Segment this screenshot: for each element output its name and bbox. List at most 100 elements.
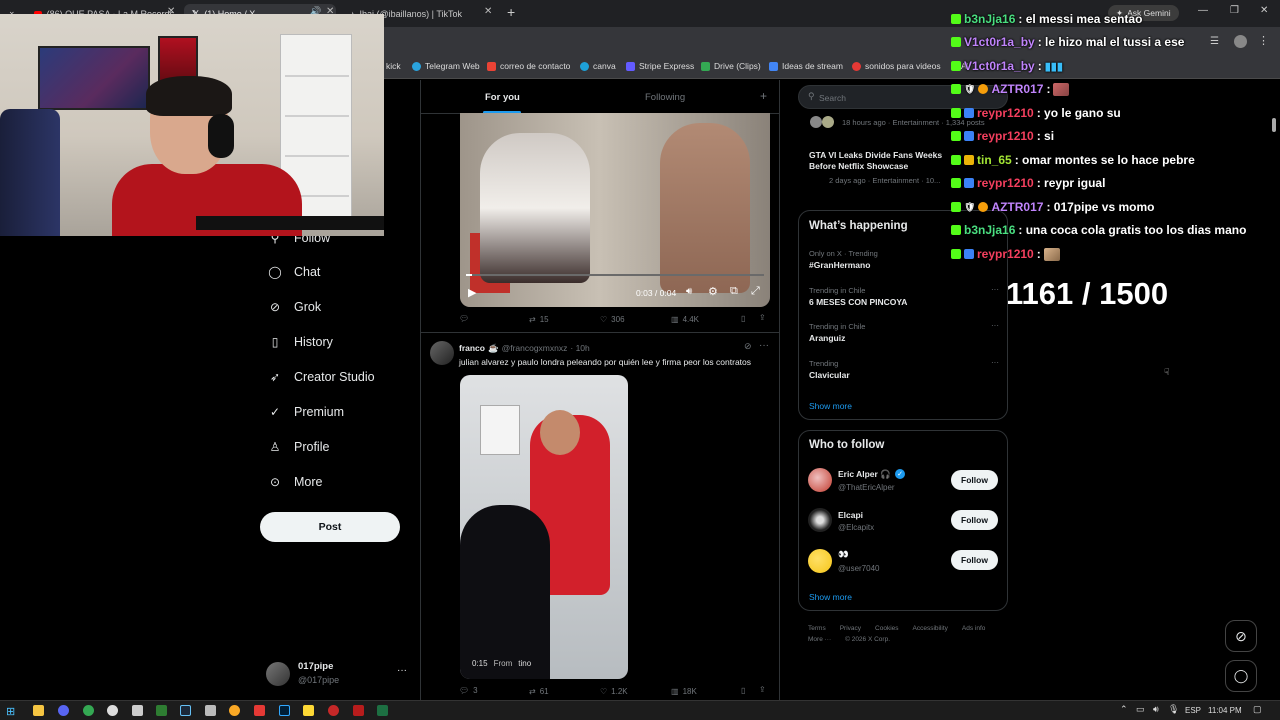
nav-chat[interactable]: ◯ Chat [268,265,320,279]
app-icon[interactable] [254,705,265,716]
steam-icon[interactable] [180,705,191,716]
minimize-icon[interactable]: — [1198,5,1208,16]
views-button[interactable]: ▥ 4.4K [671,315,699,324]
notifications-icon[interactable]: ▢ [1253,704,1262,715]
nav-grok[interactable]: ⊘ Grok [268,300,321,314]
app-icon[interactable] [229,705,240,716]
follow-button[interactable]: Follow [951,470,998,490]
app-icon[interactable] [353,705,364,716]
microphone-icon[interactable]: 🎙︎ [1168,704,1179,715]
footer-link[interactable]: Cookies [875,625,898,632]
language-indicator[interactable]: ESP [1185,706,1201,715]
windows-start-icon[interactable]: ⊞ [6,705,15,718]
discord-icon[interactable] [58,705,69,716]
post-video-1[interactable] [460,113,770,307]
nav-premium[interactable]: ✓ Premium [268,405,344,419]
bookmark-telegram[interactable]: Telegram Web [412,61,480,71]
bookmark-post-icon[interactable]: ▯ [741,314,745,323]
close-tab-icon[interactable]: ✕ [484,6,492,17]
volume-icon[interactable]: 🔊︎ [686,286,692,297]
suggestion-name[interactable]: Eric Alper 🎧 [838,469,891,480]
trend-item[interactable]: Trending in Chile Aranguiz ··· [809,321,999,343]
post-more-icon[interactable]: ··· [759,340,769,351]
window-close-icon[interactable]: ✕ [1260,5,1268,16]
reply-button[interactable]: 💬︎ [459,314,473,323]
share-icon[interactable]: ⇪ [759,685,766,694]
grok-post-icon[interactable]: ⊘ [744,341,752,352]
footer-link[interactable]: Terms [808,625,826,632]
trend-more-icon[interactable]: ··· [991,358,999,367]
tray-chevron-icon[interactable]: ⌃ [1120,704,1128,715]
account-switcher[interactable]: 017pipe @017pipe ··· [266,660,416,690]
bookmark-canva[interactable]: canva [580,61,616,71]
bookmark-post-icon[interactable]: ▯ [741,686,745,695]
trend-item[interactable]: Trending Clavicular ··· [809,358,999,380]
page-scrollbar[interactable] [1272,118,1276,132]
nav-history[interactable]: ▯ History [268,335,333,349]
trend-item[interactable]: Trending in Chile 6 MESES CON PINCOYA ··… [809,285,999,307]
grok-floating-button[interactable]: ⊘ [1225,620,1257,652]
views-button[interactable]: ▥ 18K [671,687,697,696]
post-author-handle[interactable]: @francogxmxnxz [502,343,568,354]
add-tab-icon[interactable]: + [760,89,767,103]
news-story[interactable]: GTA VI Leaks Divide Fans Weeks Before Ne… [809,150,969,185]
from-user[interactable]: tino [518,659,531,668]
clock[interactable]: 11:04 PM [1208,706,1242,715]
show-more-link[interactable]: Show more [809,401,852,411]
sidebar-toggle-icon[interactable]: ☰ [1210,36,1219,47]
tab-following[interactable]: Following [645,92,685,103]
suggestion-name[interactable]: Elcapi [838,510,863,520]
browser-menu-icon[interactable]: ⋮ [1258,34,1269,47]
tab-for-you[interactable]: For you [485,92,520,103]
show-more-link[interactable]: Show more [809,592,852,602]
bookmark-correo[interactable]: correo de contacto [487,61,570,71]
pip-icon[interactable]: ⧉ [730,285,738,298]
app-icon[interactable] [205,705,216,716]
repost-button[interactable]: ⇄ 61 [529,687,549,696]
trend-more-icon[interactable]: ··· [991,285,999,294]
new-tab-button[interactable]: + [507,4,515,20]
reply-button[interactable]: 💬︎ 3 [459,686,478,695]
follow-button[interactable]: Follow [951,550,998,570]
play-icon[interactable]: ▶ [468,286,476,299]
video-progress-track[interactable] [466,274,764,276]
bookmark-stripe[interactable]: Stripe Express [626,61,694,71]
share-icon[interactable]: ⇪ [759,313,766,322]
post-button[interactable]: Post [260,512,400,542]
bookmark-ideas[interactable]: Ideas de stream [769,61,843,71]
terminal-icon[interactable] [156,705,167,716]
footer-link[interactable]: Ads info [962,625,986,632]
messages-floating-button[interactable]: ◯ [1225,660,1257,692]
like-button[interactable]: ♡ 306 [600,315,625,324]
footer-link[interactable]: Privacy [840,625,861,632]
photoshop-icon[interactable] [279,705,290,716]
post-video-2[interactable]: 0:15 From tino [460,375,628,679]
chrome-icon[interactable] [83,705,94,716]
like-button[interactable]: ♡ 1.2K [600,687,628,696]
bookmark-drive[interactable]: Drive (Clips) [701,61,761,71]
suggestion-name[interactable]: 👀 [838,549,849,560]
more-dots-icon[interactable]: ··· [397,665,407,676]
app-icon[interactable] [132,705,143,716]
avatar[interactable] [808,549,832,573]
fullscreen-icon[interactable]: ⤢ [751,285,760,298]
avatar[interactable] [430,341,454,365]
avatar[interactable] [808,508,832,532]
post-time[interactable]: · 10h [570,343,589,354]
obs-icon[interactable] [107,705,118,716]
file-explorer-icon[interactable] [33,705,44,716]
footer-link[interactable]: Accessibility [913,625,948,632]
follow-button[interactable]: Follow [951,510,998,530]
maximize-icon[interactable]: ❐ [1230,5,1239,16]
bookmark-kick[interactable]: kick [386,61,401,71]
footer-link[interactable]: More ··· [808,636,831,643]
excel-icon[interactable] [377,705,388,716]
volume-tray-icon[interactable]: 🔊︎ [1153,704,1159,715]
nav-creator-studio[interactable]: ➶ Creator Studio [268,370,375,384]
settings-gear-icon[interactable]: ⚙ [708,285,718,298]
bookmark-sonidos[interactable]: sonidos para videos [852,61,941,71]
post-author-name[interactable]: franco [459,343,485,354]
profile-avatar-icon[interactable] [1234,35,1247,48]
avatar[interactable] [808,468,832,492]
app-icon[interactable] [303,705,314,716]
